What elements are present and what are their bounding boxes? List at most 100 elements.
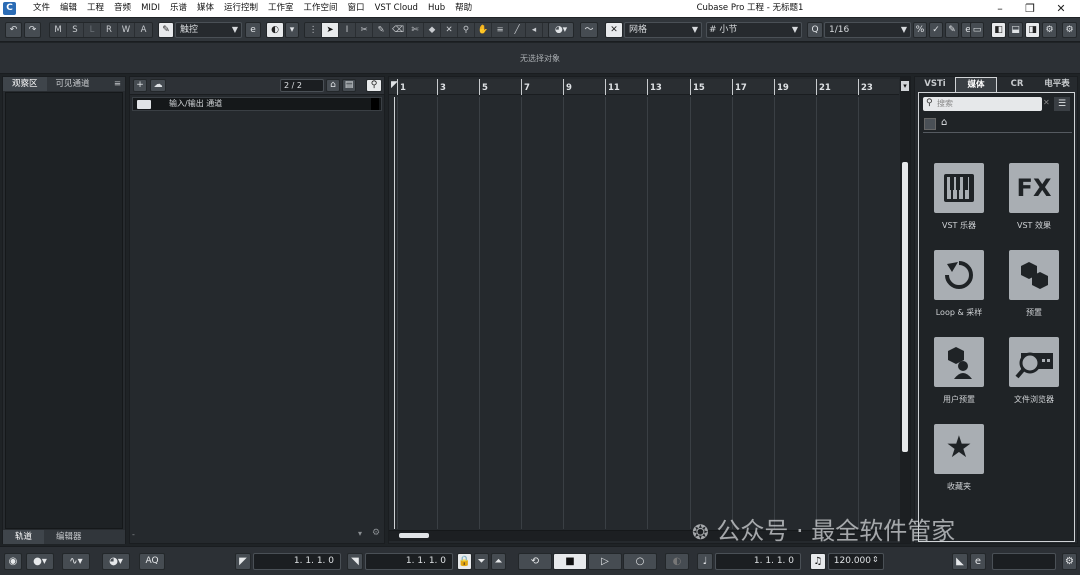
loop-samples-tile[interactable] bbox=[934, 250, 984, 300]
clear-icon[interactable]: ✕ bbox=[1043, 98, 1050, 107]
presets-tile[interactable] bbox=[1009, 250, 1059, 300]
split-icon[interactable]: ✂ bbox=[356, 23, 373, 37]
add-track-icon[interactable]: + bbox=[133, 79, 147, 92]
object-select-icon[interactable]: ➤ bbox=[322, 23, 339, 37]
audio-performance-icon[interactable]: ∿▾ bbox=[62, 553, 90, 570]
tempo-stepper-icon[interactable]: ⇕ bbox=[872, 555, 879, 564]
erase-icon[interactable]: ⌫ bbox=[390, 23, 407, 37]
punch-in-icon[interactable]: ⏷ bbox=[474, 553, 489, 570]
tempo-track-icon[interactable]: ♫ bbox=[810, 553, 826, 570]
folder-track-row[interactable]: 输入/输出 通道 bbox=[132, 97, 382, 111]
cut-icon[interactable]: ✄ bbox=[407, 23, 424, 37]
user-presets-tile[interactable] bbox=[934, 337, 984, 387]
snap-mode-icon[interactable]: ◐ bbox=[266, 22, 284, 38]
menu-icon[interactable]: ≡ bbox=[110, 77, 125, 91]
right-zone-toggle-icon[interactable]: ◨ bbox=[1025, 22, 1040, 38]
search-icon[interactable]: ⚲ bbox=[366, 79, 382, 92]
aq-button[interactable]: AQ bbox=[139, 553, 165, 570]
menu-item-project[interactable]: 工程 bbox=[82, 2, 109, 15]
scrollbar-thumb[interactable] bbox=[902, 162, 908, 452]
touch-mode-dropdown[interactable]: 触控 ▼ bbox=[175, 22, 242, 38]
snap-toggle-icon[interactable]: ✕ bbox=[605, 22, 623, 38]
tab-inspector[interactable]: 观察区 bbox=[3, 77, 47, 91]
event-display[interactable]: ◤ 1 3 5 7 9 11 13 15 17 19 21 23 ▾ bbox=[388, 76, 911, 544]
visibility-icon[interactable]: ⌂ bbox=[326, 79, 340, 92]
minimize-icon[interactable]: – bbox=[985, 0, 1015, 17]
tab-control-room[interactable]: CR bbox=[997, 77, 1037, 92]
cycle-icon[interactable]: ⟲ bbox=[518, 553, 552, 570]
menu-item-studio[interactable]: 工作室 bbox=[263, 2, 299, 15]
left-locator-display[interactable]: 1. 1. 1. 0 bbox=[253, 553, 341, 570]
metronome-icon[interactable]: ◕▾ bbox=[102, 553, 130, 570]
redo-icon[interactable]: ↷ bbox=[24, 22, 41, 38]
tab-media[interactable]: 媒体 bbox=[955, 77, 997, 92]
vst-instruments-tile[interactable] bbox=[934, 163, 984, 213]
quantize-icon[interactable]: Q bbox=[807, 22, 823, 38]
iterative-quantize-icon[interactable]: % bbox=[913, 22, 927, 38]
list-view-icon[interactable]: ☰ bbox=[1054, 97, 1070, 111]
quantize-apply-icon[interactable]: ✓ bbox=[929, 22, 943, 38]
color-menu-icon[interactable]: ◕▾ bbox=[548, 22, 574, 38]
input-monitor-icon[interactable]: ◉ bbox=[4, 553, 22, 570]
settings-gear-icon[interactable]: ⚙ bbox=[1062, 22, 1077, 38]
right-locator-display[interactable]: 1. 1. 1. 0 bbox=[365, 553, 453, 570]
setup-window-icon[interactable]: ⚙ bbox=[1042, 22, 1057, 38]
ruler[interactable]: ◤ 1 3 5 7 9 11 13 15 17 19 21 23 bbox=[389, 79, 899, 95]
quantize-dropdown[interactable]: 1/16 ▼ bbox=[824, 22, 911, 38]
menu-item-help[interactable]: 帮助 bbox=[450, 2, 477, 15]
write-button[interactable]: W bbox=[118, 23, 135, 37]
menu-item-file[interactable]: 文件 bbox=[28, 2, 55, 15]
right-locator-icon[interactable]: ◥ bbox=[347, 553, 363, 570]
lower-zone-toggle-icon[interactable]: ⬓ bbox=[1008, 22, 1023, 38]
fx-icon[interactable]: FX bbox=[1009, 163, 1059, 213]
tab-editor[interactable]: 编辑器 bbox=[44, 530, 94, 544]
tab-tracks[interactable]: 轨道 bbox=[3, 530, 45, 544]
speaker-icon[interactable]: ◂ bbox=[526, 23, 543, 37]
mute-tool-icon[interactable]: ✕ bbox=[441, 23, 458, 37]
tab-visibility[interactable]: 可见通道 bbox=[47, 77, 99, 91]
chevron-down-icon[interactable]: ▾ bbox=[901, 81, 909, 91]
undo-icon[interactable]: ↶ bbox=[5, 22, 22, 38]
automation-mode-icon[interactable]: ✎ bbox=[158, 22, 174, 38]
chevron-down-icon[interactable]: ▾ bbox=[285, 22, 299, 38]
record-mode-icon[interactable]: ●▾ bbox=[26, 553, 54, 570]
line-icon[interactable]: ╱ bbox=[509, 23, 526, 37]
vertical-scrollbar[interactable]: ▾ bbox=[900, 77, 910, 543]
play-icon[interactable]: ▷ bbox=[588, 553, 622, 570]
left-zone-toggle-icon[interactable]: ◧ bbox=[991, 22, 1006, 38]
edit-active-icon[interactable]: e bbox=[970, 553, 986, 570]
ruler-marker-icon[interactable]: ◣ bbox=[952, 553, 968, 570]
left-locator-icon[interactable]: ◤ bbox=[235, 553, 251, 570]
media-bay-icon[interactable]: ▭ bbox=[970, 22, 984, 38]
automation-button[interactable]: A bbox=[135, 23, 152, 37]
menu-item-hub[interactable]: Hub bbox=[423, 2, 450, 15]
marker-icon[interactable]: ◐ bbox=[665, 553, 689, 570]
record-icon[interactable]: ○ bbox=[623, 553, 657, 570]
menu-item-vst-cloud[interactable]: VST Cloud bbox=[370, 2, 423, 15]
range-select-icon[interactable]: I bbox=[339, 23, 356, 37]
note-icon[interactable]: ♩ bbox=[697, 553, 713, 570]
quantize-edit-icon[interactable]: ✎ bbox=[945, 22, 959, 38]
range-handle-icon[interactable]: ⋮ bbox=[305, 23, 322, 37]
zoom-menu-icon[interactable]: ▾ bbox=[358, 529, 362, 538]
draw-icon[interactable]: ✎ bbox=[373, 23, 390, 37]
media-search-input[interactable]: 搜索 bbox=[923, 97, 1042, 111]
menu-item-media[interactable]: 媒体 bbox=[192, 2, 219, 15]
tab-vsti[interactable]: VSTi bbox=[915, 77, 955, 92]
back-icon[interactable] bbox=[924, 118, 936, 130]
solo-button[interactable]: S bbox=[67, 23, 84, 37]
hand-icon[interactable]: ✋ bbox=[475, 23, 492, 37]
glue-icon[interactable]: ◆ bbox=[424, 23, 441, 37]
menu-item-transport[interactable]: 运行控制 bbox=[219, 2, 263, 15]
read-button[interactable]: R bbox=[101, 23, 118, 37]
stop-icon[interactable]: ■ bbox=[553, 553, 587, 570]
menu-item-edit[interactable]: 编辑 bbox=[55, 2, 82, 15]
comp-icon[interactable]: ≡ bbox=[492, 23, 509, 37]
edit-active-icon[interactable]: e bbox=[245, 22, 261, 38]
position-display[interactable]: 1. 1. 1. 0 bbox=[715, 553, 801, 570]
menu-item-midi[interactable]: MIDI bbox=[136, 2, 165, 15]
grid-type-dropdown[interactable]: 网格 ▼ bbox=[624, 22, 702, 38]
home-icon[interactable]: ⌂ bbox=[941, 117, 947, 128]
settings-gear-icon[interactable]: ⚙ bbox=[372, 528, 380, 538]
scrollbar-thumb[interactable] bbox=[399, 533, 429, 538]
